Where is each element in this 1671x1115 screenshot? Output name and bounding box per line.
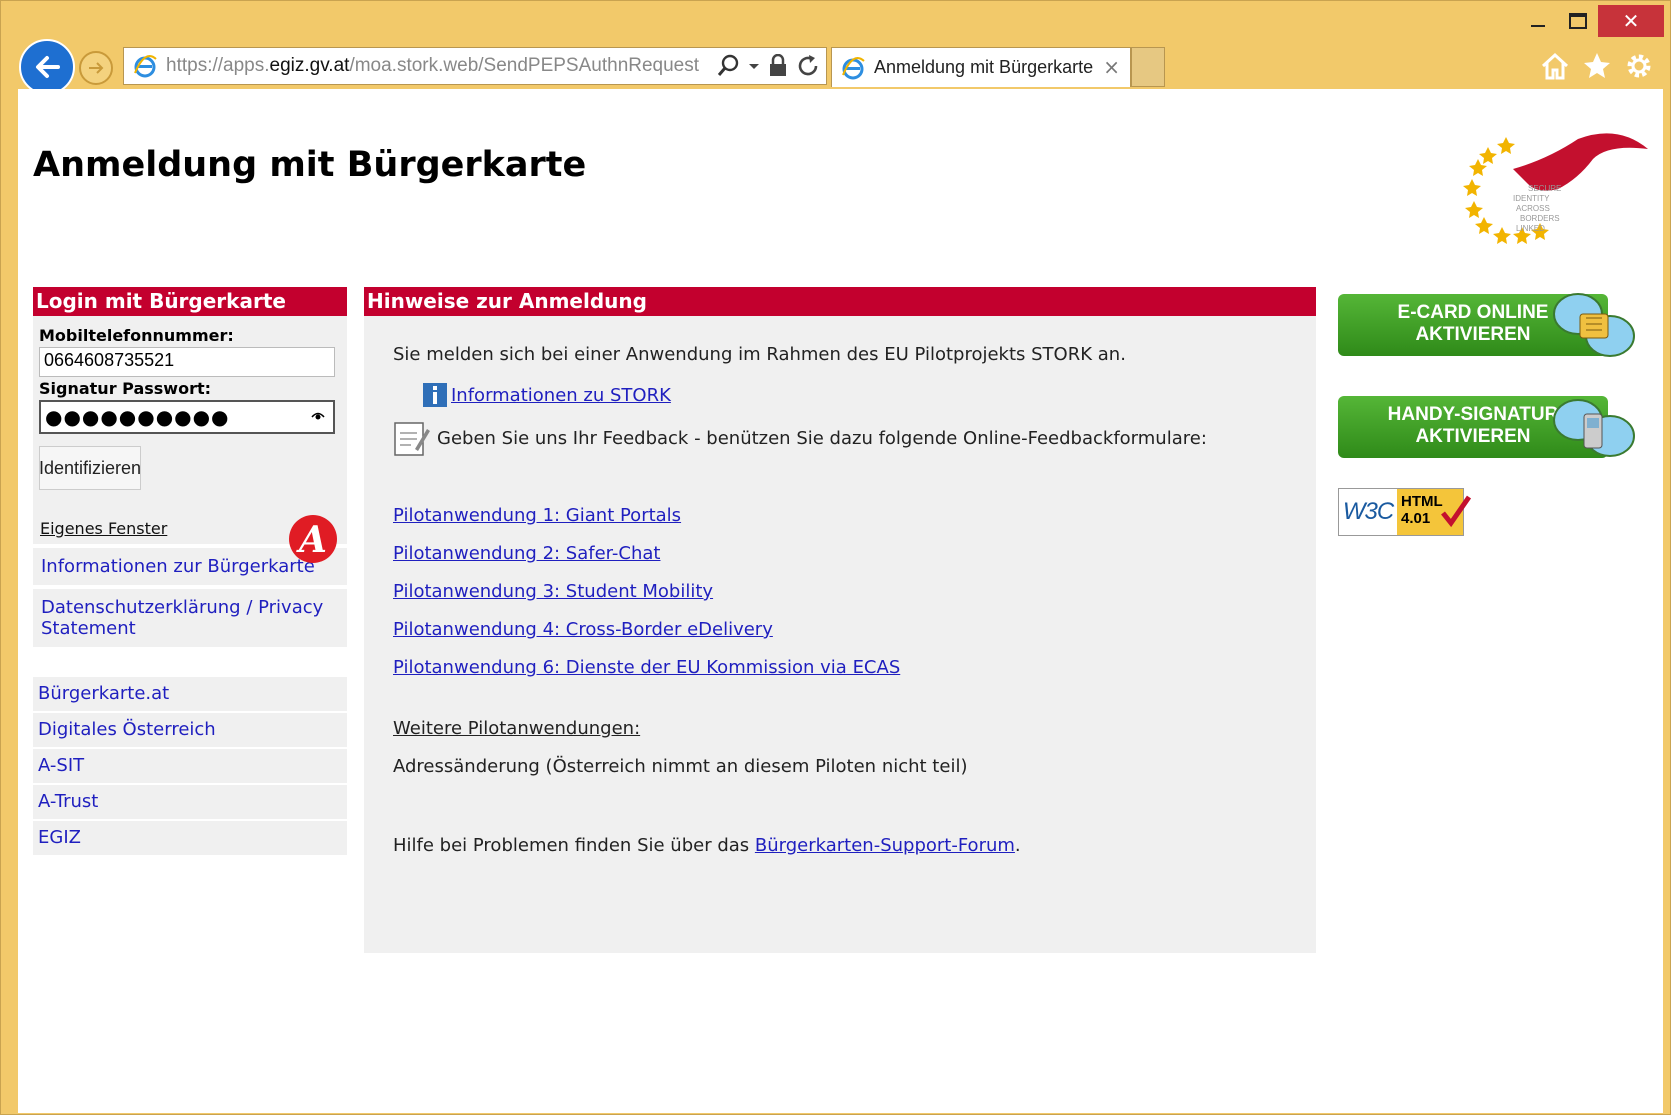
browser-right-icons (1540, 51, 1654, 81)
butterfly-card-icon (1553, 293, 1635, 357)
search-icon[interactable] (716, 54, 740, 78)
feedback-form-icon (394, 422, 430, 456)
forward-button[interactable] (79, 51, 113, 85)
login-header: Login mit Bürgerkarte (33, 287, 347, 316)
close-window-button[interactable]: ✕ (1598, 5, 1664, 37)
url-text: https://apps.egiz.gv.at/moa.stork.web/Se… (166, 55, 700, 76)
minimize-button[interactable] (1518, 5, 1558, 37)
browser-toolbar: https://apps.egiz.gv.at/moa.stork.web/Se… (19, 39, 1660, 95)
feedback-row: Geben Sie uns Ihr Feedback - benützen Si… (393, 419, 1286, 457)
main-panel: Hinweise zur Anmeldung Sie melden sich b… (364, 287, 1316, 953)
home-icon[interactable] (1540, 51, 1570, 81)
feedback-text: Geben Sie uns Ihr Feedback - benützen Si… (437, 427, 1207, 449)
ie-tab-icon (842, 56, 865, 79)
forward-arrow-icon (89, 62, 104, 74)
pilot-link-3[interactable]: Pilotanwendung 3: Student Mobility (393, 581, 1286, 602)
butterfly-phone-icon (1553, 399, 1635, 457)
window-caption-buttons: ✕ (1518, 5, 1664, 37)
svg-text:SECURE: SECURE (1528, 184, 1561, 193)
password-input[interactable]: ●●●●●●●●●● (39, 400, 335, 434)
side-link-buergerkarte[interactable]: Bürgerkarte.at (33, 677, 347, 711)
login-form: Mobiltelefonnummer: 0664608735521 Signat… (33, 316, 347, 563)
handy-signatur-banner[interactable]: HANDY-SIGNATUR AKTIVIEREN (1338, 386, 1638, 462)
refresh-icon[interactable] (796, 54, 820, 78)
stork-info-row: Informationen zu STORK (423, 383, 1286, 407)
pilot-link-6[interactable]: Pilotanwendung 6: Dienste der EU Kommiss… (393, 657, 1286, 678)
dropdown-arrow-icon[interactable] (748, 54, 760, 78)
further-pilots-heading: Weitere Pilotanwendungen: (393, 718, 641, 739)
ecard-online-banner[interactable]: E-CARD ONLINE AKTIVIEREN (1338, 284, 1638, 360)
intro-text: Sie melden sich bei einer Anwendung im R… (393, 344, 1126, 365)
phone-input[interactable]: 0664608735521 (39, 347, 335, 377)
help-text: Hilfe bei Problemen finden Sie über das … (393, 835, 1021, 856)
a-trust-logo: A (289, 515, 337, 563)
side-link-egiz[interactable]: EGIZ (33, 821, 347, 855)
minimize-icon (1531, 25, 1545, 27)
password-label: Signatur Passwort: (39, 379, 211, 398)
svg-text:IDENTITY: IDENTITY (1513, 194, 1550, 203)
stork-info-link[interactable]: Informationen zu STORK (451, 385, 671, 406)
tab-anmeldung[interactable]: Anmeldung mit Bürgerkarte × (831, 47, 1131, 87)
login-column: Login mit Bürgerkarte Mobiltelefonnummer… (33, 287, 347, 857)
pilot-link-1[interactable]: Pilotanwendung 1: Giant Portals (393, 505, 1286, 526)
address-change-text: Adressänderung (Österreich nimmt an dies… (393, 756, 968, 777)
browser-window: ✕ https://apps.egiz.gv.at/moa.stork.web/… (0, 0, 1671, 1115)
tab-close-icon[interactable]: × (1103, 55, 1120, 79)
own-window-link[interactable]: Eigenes Fenster (40, 519, 167, 538)
svg-text:BORDERS: BORDERS (1520, 214, 1560, 223)
main-header: Hinweise zur Anmeldung (364, 287, 1316, 316)
side-link-a-sit[interactable]: A-SIT (33, 749, 347, 783)
pilot-link-4[interactable]: Pilotanwendung 4: Cross-Border eDelivery (393, 619, 1286, 640)
side-link-digitales-oesterreich[interactable]: Digitales Österreich (33, 713, 347, 747)
side-link-a-trust[interactable]: A-Trust (33, 785, 347, 819)
tab-title: Anmeldung mit Bürgerkarte (874, 57, 1094, 77)
svg-text:A: A (296, 519, 327, 561)
address-bar[interactable]: https://apps.egiz.gv.at/moa.stork.web/Se… (123, 47, 827, 85)
reveal-password-icon[interactable] (311, 409, 325, 423)
stork-logo: SECURE IDENTITY ACROSS BORDERS LINKED (1458, 129, 1658, 249)
right-column: E-CARD ONLINE AKTIVIEREN HANDY-SIGNATUR AK… (1338, 284, 1648, 536)
pilot-list: Pilotanwendung 1: Giant Portals Pilotanw… (393, 505, 1286, 678)
star-icon[interactable] (1582, 51, 1612, 81)
svg-text:ACROSS: ACROSS (1516, 204, 1550, 213)
lock-icon[interactable] (768, 54, 788, 78)
w3c-html-badge[interactable]: W3C HTML 4.01 (1338, 488, 1471, 536)
pilot-link-2[interactable]: Pilotanwendung 2: Safer-Chat (393, 543, 1286, 564)
checkmark-icon (1441, 495, 1471, 528)
back-button[interactable] (19, 39, 75, 95)
maximize-button[interactable] (1558, 5, 1598, 37)
page-content: Anmeldung mit Bürgerkarte SECURE IDENTIT… (18, 89, 1663, 1113)
w3c-logo-text: W3C (1342, 498, 1394, 525)
info-icon (423, 383, 447, 407)
phone-label: Mobiltelefonnummer: (39, 326, 234, 345)
identify-button[interactable]: Identifizieren (39, 446, 141, 490)
page-title: Anmeldung mit Bürgerkarte (33, 145, 587, 185)
support-forum-link[interactable]: Bürgerkarten-Support-Forum (755, 835, 1015, 856)
back-arrow-icon (36, 56, 60, 78)
password-mask: ●●●●●●●●●● (45, 405, 230, 429)
main-body: Sie melden sich bei einer Anwendung im R… (364, 316, 1316, 953)
svg-text:LINKED: LINKED (1516, 224, 1545, 233)
new-tab-button[interactable] (1131, 47, 1165, 87)
privacy-link[interactable]: Datenschutzerklärung / Privacy Statement (33, 589, 347, 647)
ie-page-icon (134, 55, 157, 78)
address-bar-icons (716, 54, 820, 78)
maximize-icon (1569, 13, 1587, 29)
side-links: Bürgerkarte.at Digitales Österreich A-SI… (33, 677, 347, 855)
gear-icon[interactable] (1624, 51, 1654, 81)
